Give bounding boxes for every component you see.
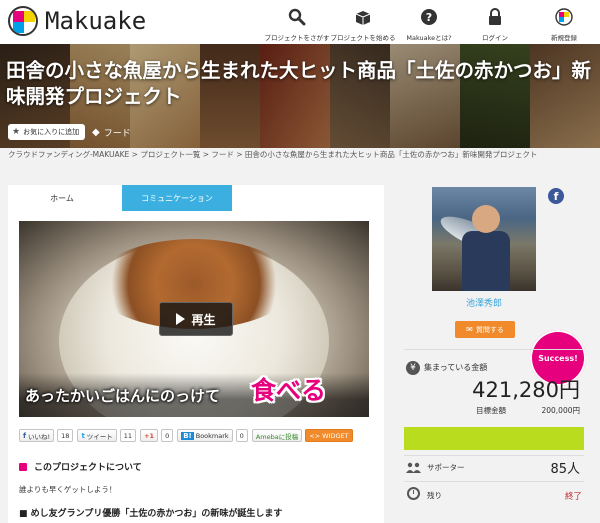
play-button[interactable]: 再生 — [159, 302, 233, 336]
remaining-value: 終了 — [564, 492, 582, 502]
about-section-header: このプロジェクトについて — [19, 460, 142, 473]
avatar-face — [472, 205, 500, 233]
about-lead: 誰よりも早くゲットしよう！ — [19, 485, 117, 494]
gplus-count: 0 — [161, 429, 174, 442]
social-share-bar: f いいね! 18 t ツイート 11 +1 0 B! Bookmark 0 A… — [19, 429, 356, 442]
breadcrumb[interactable]: クラウドファンディング-MAKUAKE > プロジェクト一覧 > フード > 田… — [8, 148, 537, 162]
nav-find-projects[interactable]: プロジェクトをさがす — [264, 0, 330, 44]
progress-fill — [404, 427, 584, 450]
bookmark-icon: B! — [181, 431, 194, 440]
nav-label: 新規登録 — [551, 34, 577, 42]
tag-icon: ◆ — [92, 126, 100, 138]
supporter-count: 85人 — [550, 462, 580, 477]
facebook-like-button[interactable]: f いいね! — [19, 429, 55, 442]
gplus-label: +1 — [144, 431, 155, 440]
tab-home[interactable]: ホーム — [8, 185, 116, 211]
funding-progress-bar — [404, 427, 584, 450]
nav-about[interactable]: ? Makuakeとは? — [396, 0, 462, 44]
collected-label: 集まっている金額 — [424, 363, 488, 372]
logo-text: Makuake — [45, 7, 147, 35]
clock-icon — [407, 487, 420, 500]
avatar-body — [462, 231, 510, 291]
video-caption: あったかいごはんにのっけて — [25, 387, 221, 405]
video-caption-emphasis: 食べる — [251, 376, 327, 405]
divider — [404, 349, 584, 350]
search-icon — [288, 8, 306, 26]
gplus-button[interactable]: +1 — [140, 429, 159, 442]
question-icon: ✉ — [466, 325, 473, 334]
bookmark-label: Bookmark — [195, 431, 229, 440]
site-header: Makuake プロジェクトをさがす プロジェクトを始める ? Makuakeと… — [0, 0, 600, 44]
divider — [404, 455, 584, 456]
nav-login[interactable]: ログイン — [462, 0, 528, 44]
about-title: このプロジェクトについて — [34, 463, 142, 473]
video-player[interactable]: あったかいごはんにのっけて 食べる 再生 — [19, 221, 369, 417]
hatena-bookmark-button[interactable]: B! Bookmark — [177, 429, 233, 442]
supporter-label: サポーター — [427, 463, 465, 472]
ameba-share-button[interactable]: Amebaに投稿 — [251, 429, 303, 442]
hero-banner: 田舎の小さな魚屋から生まれた大ヒット商品「土佐の赤かつお」新味開発プロジェクト … — [0, 44, 600, 148]
star-icon: ★ — [12, 127, 21, 137]
widget-label: WIDGET — [322, 431, 349, 440]
nav-label: プロジェクトをさがす — [264, 34, 330, 42]
makuake-logo-icon — [555, 8, 573, 26]
category-label: フード — [103, 128, 131, 139]
owner-avatar[interactable] — [432, 187, 536, 291]
owner-name[interactable]: 池澤秀郎 — [432, 296, 536, 309]
makuake-logo-icon — [8, 6, 38, 36]
nav-signup[interactable]: 新規登録 — [528, 0, 600, 44]
ameba-label: Amebaに投稿 — [255, 432, 299, 441]
add-favorite-button[interactable]: ★ お気に入りに追加 — [8, 124, 86, 140]
code-icon: <> — [309, 431, 323, 440]
header-nav: プロジェクトをさがす プロジェクトを始める ? Makuakeとは? ログイン — [264, 0, 600, 44]
facebook-icon: f — [23, 431, 27, 440]
divider — [404, 481, 584, 482]
question-label: 質問する — [475, 325, 504, 334]
widget-button[interactable]: <> WIDGET — [305, 429, 353, 442]
lock-icon — [489, 8, 501, 25]
svg-text:?: ? — [426, 11, 432, 24]
question-icon: ? — [421, 9, 437, 25]
tweet-count: 11 — [119, 429, 137, 442]
supporters-icon — [406, 462, 421, 473]
collected-amount: 421,280円 — [472, 378, 580, 402]
tab-communication[interactable]: コミュニケーション — [122, 185, 232, 211]
nav-label: Makuakeとは? — [406, 34, 452, 42]
twitter-icon: t — [81, 431, 85, 440]
target-amount: 200,000円 — [541, 406, 580, 415]
yen-icon: ¥ — [406, 361, 420, 375]
ask-question-button[interactable]: ✉ 質問する — [455, 321, 515, 338]
project-title: 田舎の小さな魚屋から生まれた大ヒット商品「土佐の赤かつお」新味開発プロジェクト — [6, 59, 592, 108]
facebook-icon[interactable]: f — [548, 188, 564, 204]
section-marker-icon — [19, 462, 27, 471]
tweet-button[interactable]: t ツイート — [77, 429, 117, 442]
like-label: いいね! — [28, 432, 51, 441]
play-label: 再生 — [191, 312, 216, 327]
nav-label: プロジェクトを始める — [330, 34, 396, 42]
play-icon — [176, 313, 186, 325]
nav-label: ログイン — [482, 34, 508, 42]
like-count: 18 — [57, 429, 74, 442]
target-label: 目標金額 — [476, 406, 506, 415]
tweet-label: ツイート — [86, 432, 113, 441]
category-tag[interactable]: ◆ フード — [92, 124, 131, 140]
about-bullet: ■ めし友グランプリ優勝「土佐の赤かつお」の新味が誕生します — [19, 509, 283, 519]
favorite-label: お気に入りに追加 — [23, 128, 80, 136]
box-icon — [355, 11, 371, 25]
nav-start-project[interactable]: プロジェクトを始める — [330, 0, 396, 44]
remaining-label: 残り — [427, 491, 442, 500]
makuake-logo[interactable]: Makuake — [8, 6, 146, 36]
bookmark-count: 0 — [235, 429, 248, 442]
